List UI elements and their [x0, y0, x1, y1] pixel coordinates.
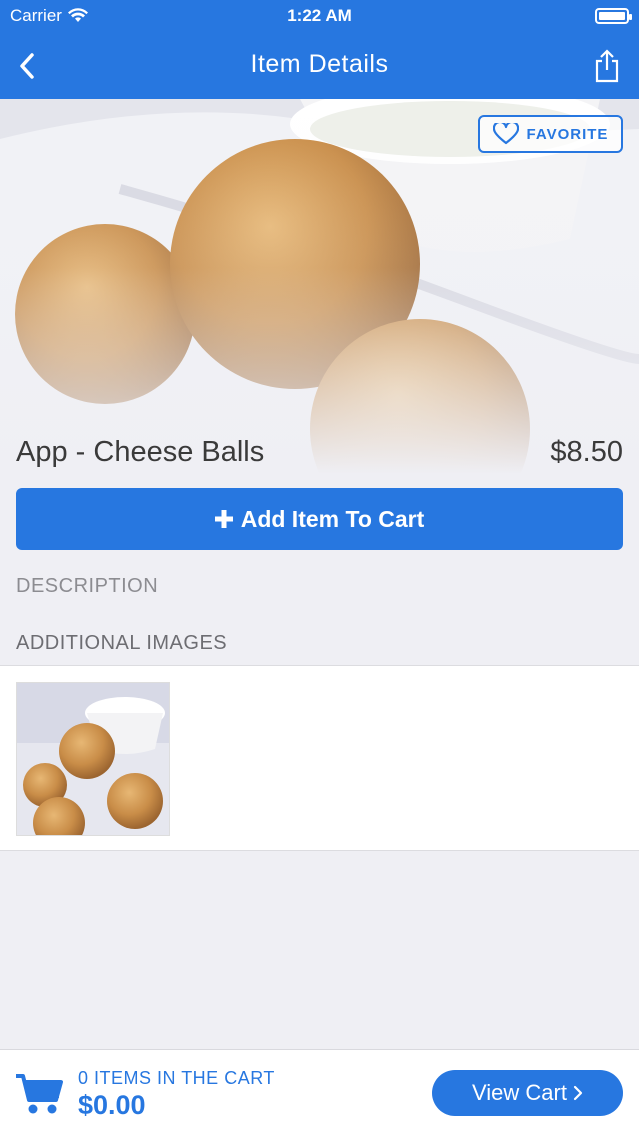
cart-bar: 0 ITEMS IN THE CART $0.00 View Cart: [0, 1049, 639, 1136]
additional-images-panel: [0, 665, 639, 851]
additional-images-header: ADDITIONAL IMAGES: [16, 632, 228, 654]
item-price: $8.50: [550, 436, 623, 468]
view-cart-label: View Cart: [472, 1080, 567, 1105]
heart-icon: [492, 123, 519, 145]
share-button[interactable]: [591, 48, 623, 84]
page-title: Item Details: [250, 50, 389, 78]
cart-item-count: 0 ITEMS IN THE CART: [78, 1068, 275, 1088]
add-to-cart-label: Add Item To Cart: [240, 505, 425, 532]
plus-icon: [214, 510, 233, 528]
nav-bar: Item Details: [0, 34, 639, 99]
view-cart-button[interactable]: View Cart: [432, 1070, 623, 1116]
description-header: DESCRIPTION: [16, 575, 159, 597]
share-icon: [595, 49, 619, 83]
add-to-cart-button[interactable]: Add Item To Cart: [16, 488, 623, 550]
status-bar: Carrier 1:22 AM: [0, 0, 639, 34]
cart-icon: [16, 1074, 63, 1114]
cheese-balls-photo: [0, 99, 639, 474]
item-hero-image: [0, 99, 639, 474]
top-bar: Carrier 1:22 AM Item Details: [0, 0, 639, 99]
additional-image-thumbnail[interactable]: [16, 682, 170, 836]
chevron-right-icon: [573, 1085, 583, 1101]
item-name: App - Cheese Balls: [16, 436, 265, 468]
cart-total: $0.00: [78, 1090, 146, 1120]
favorite-button[interactable]: FAVORITE: [478, 115, 623, 153]
cheese-balls-thumbnail-photo: [17, 683, 169, 835]
battery-icon: [595, 8, 632, 24]
status-time: 1:22 AM: [287, 6, 352, 25]
favorite-label: FAVORITE: [526, 125, 609, 143]
